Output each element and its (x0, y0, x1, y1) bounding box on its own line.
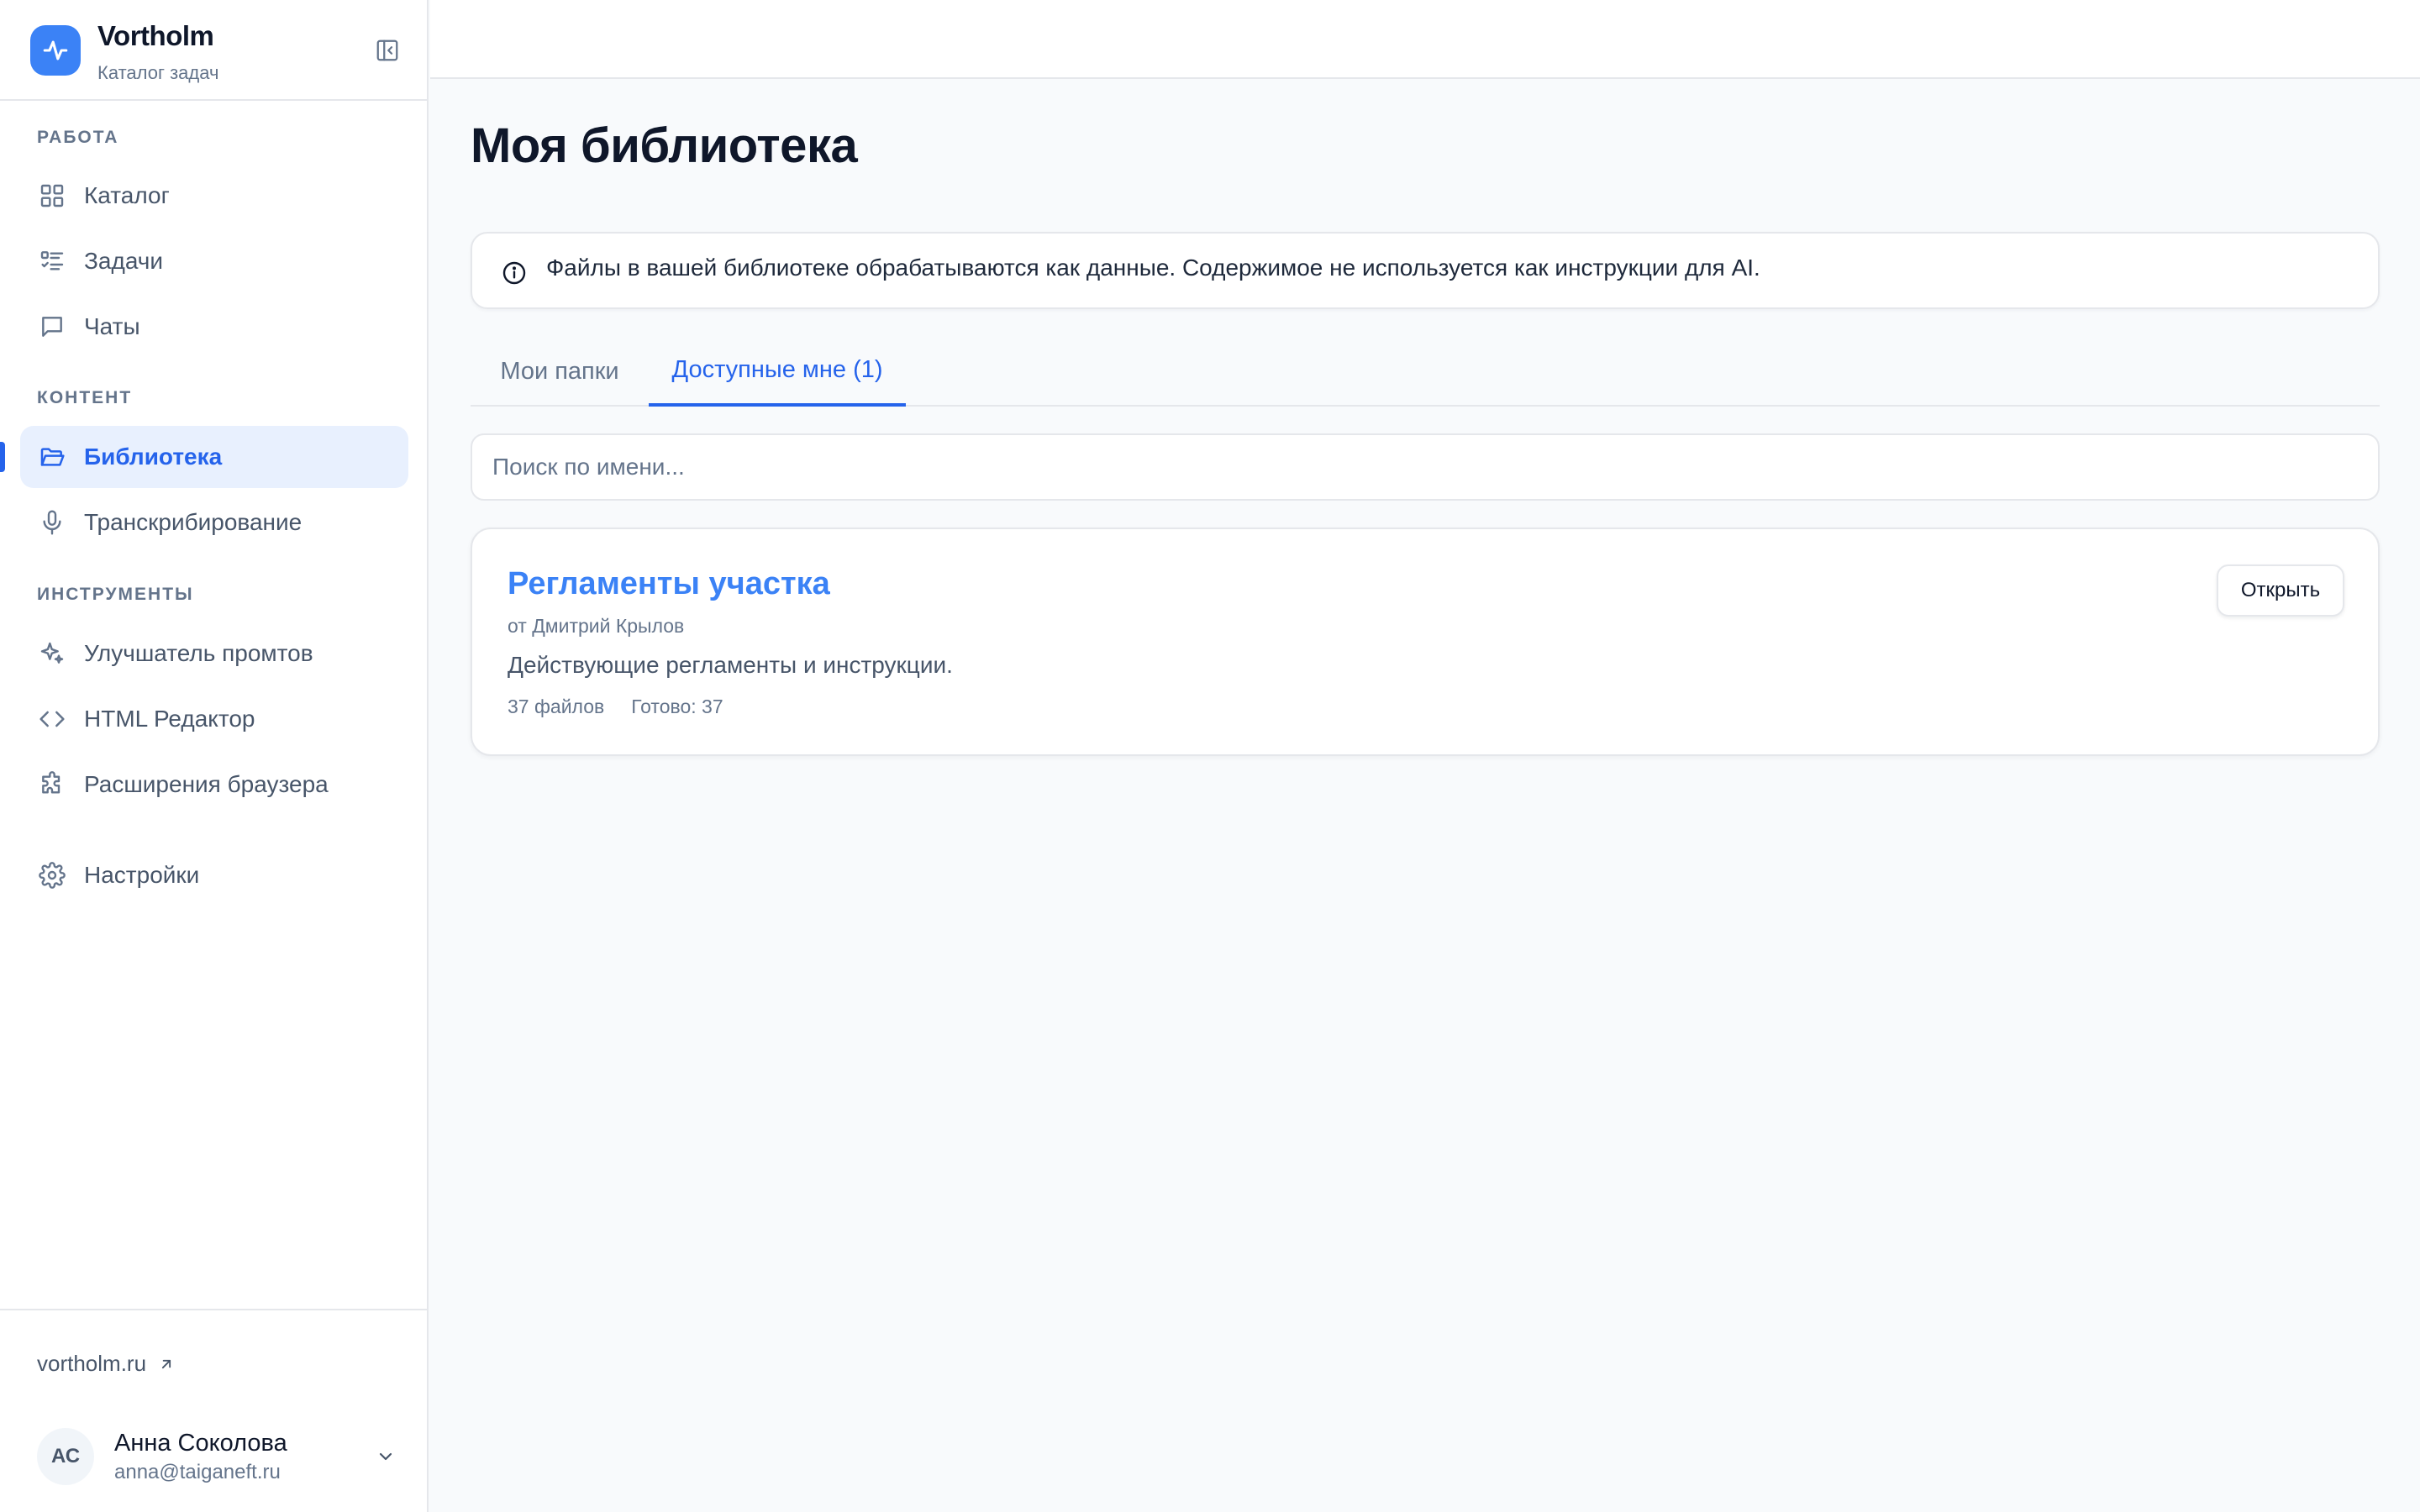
gear-icon (37, 860, 67, 890)
brand-subtitle: Каталог задач (97, 62, 219, 83)
active-indicator (0, 442, 5, 472)
folder-ready-count: Готово: 37 (631, 696, 723, 717)
sidebar-item-browser-extensions[interactable]: Расширения браузера (20, 753, 408, 816)
chevron-down-icon[interactable] (373, 1444, 398, 1469)
user-menu[interactable]: АС Анна Соколова anna@taiganeft.ru (37, 1421, 398, 1492)
sidebar: Vortholm Каталог задач РАБОТА Каталог За… (0, 0, 429, 1512)
notice-text: Файлы в вашей библиотеке обрабатываются … (546, 255, 1760, 281)
code-icon (37, 704, 67, 734)
site-link-label: vortholm.ru (37, 1351, 147, 1376)
folder-title[interactable]: Регламенты участка (508, 566, 830, 602)
avatar: АС (37, 1428, 94, 1485)
user-info: Анна Соколова anna@taiganeft.ru (114, 1430, 373, 1484)
page-title: Моя библиотека (471, 118, 858, 173)
brand-name: Vortholm (97, 20, 214, 51)
section-label-content: КОНТЕНТ (37, 388, 133, 407)
brand-header: Vortholm Каталог задач (0, 0, 429, 101)
folder-card[interactable]: Регламенты участка от Дмитрий Крылов Дей… (471, 528, 2380, 756)
tab-shared-with-me[interactable]: Доступные мне (1) (649, 336, 906, 407)
sidebar-item-label: Задачи (84, 248, 164, 274)
microphone-icon (37, 507, 67, 538)
sidebar-item-label: Настройки (84, 862, 200, 888)
sidebar-footer: vortholm.ru АС Анна Соколова anna@taigan… (0, 1309, 429, 1512)
sidebar-item-label: Расширения браузера (84, 771, 329, 797)
external-link-icon (158, 1356, 175, 1373)
sidebar-item-transcription[interactable]: Транскрибирование (20, 491, 408, 554)
sidebar-item-label: Каталог (84, 182, 170, 208)
info-icon (499, 258, 529, 288)
site-link[interactable]: vortholm.ru (37, 1351, 175, 1377)
top-bar (430, 0, 2420, 79)
sidebar-item-label: Чаты (84, 313, 140, 339)
info-notice: Файлы в вашей библиотеке обрабатываются … (471, 232, 2380, 309)
sidebar-collapse-icon[interactable] (373, 37, 402, 64)
sidebar-item-label: HTML Редактор (84, 706, 255, 732)
folder-meta: 37 файлов Готово: 37 (508, 696, 723, 718)
tab-my-folders[interactable]: Мои папки (471, 336, 649, 407)
folder-description: Действующие регламенты и инструкции. (508, 652, 953, 678)
user-name: Анна Соколова (114, 1429, 287, 1457)
section-label-tools: ИНСТРУМЕНТЫ (37, 585, 194, 604)
sidebar-item-chats[interactable]: Чаты (20, 296, 408, 358)
sidebar-item-html-editor[interactable]: HTML Редактор (20, 688, 408, 750)
grid-icon (37, 181, 67, 211)
folder-author: от Дмитрий Крылов (508, 615, 685, 637)
folder-open-icon (37, 442, 67, 472)
sidebar-item-catalog[interactable]: Каталог (20, 165, 408, 227)
sidebar-item-label: Транскрибирование (84, 509, 302, 535)
sidebar-item-prompt-improver[interactable]: Улучшатель промтов (20, 622, 408, 685)
sidebar-item-settings[interactable]: Настройки (20, 844, 408, 906)
sidebar-item-label: Библиотека (84, 444, 223, 470)
puzzle-icon (37, 769, 67, 800)
task-list-icon (37, 246, 67, 276)
search-input[interactable] (471, 433, 2380, 501)
user-email: anna@taiganeft.ru (114, 1460, 281, 1483)
folder-file-count: 37 файлов (508, 696, 605, 717)
sidebar-item-label: Улучшатель промтов (84, 640, 313, 666)
open-button[interactable]: Открыть (2217, 564, 2344, 617)
activity-icon[interactable] (30, 25, 81, 76)
sidebar-item-tasks[interactable]: Задачи (20, 230, 408, 292)
section-label-work: РАБОТА (37, 128, 119, 147)
library-tabs: Мои папки Доступные мне (1) (471, 336, 2380, 407)
sparkles-icon (37, 638, 67, 669)
sidebar-item-library[interactable]: Библиотека (20, 426, 408, 488)
chat-icon (37, 312, 67, 342)
